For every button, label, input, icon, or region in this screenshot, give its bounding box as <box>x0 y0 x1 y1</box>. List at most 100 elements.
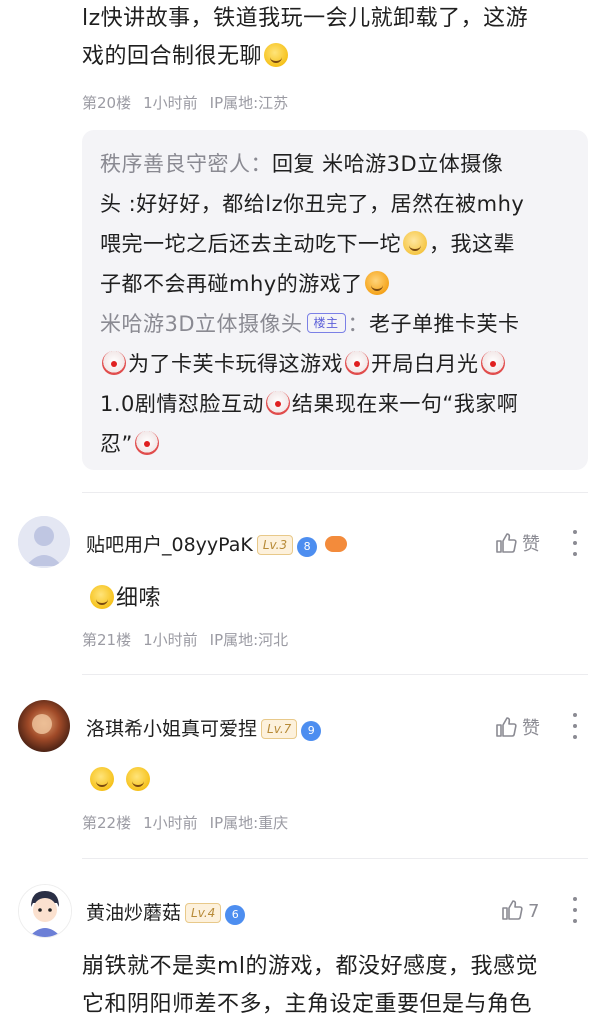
gem-badge-icon: 9 <box>301 721 322 741</box>
like-count: 7 <box>528 901 540 922</box>
reply-1-line-4: 子都不会再碰mhy的游戏了 <box>100 264 575 304</box>
comment-22-body <box>88 762 152 800</box>
like-button[interactable]: 赞 <box>494 530 540 556</box>
divider <box>82 858 588 859</box>
more-options-button[interactable] <box>570 713 580 739</box>
level-badge: Lv.4 <box>185 903 222 923</box>
thinking-emoji-icon <box>126 767 150 791</box>
clown-emoji-icon <box>345 351 369 375</box>
avatar[interactable] <box>18 884 72 938</box>
reply-2-text-2a: 为了卡芙卡玩得这游戏 <box>128 352 343 376</box>
level-badge: Lv.3 <box>256 535 294 555</box>
post-body: lz快讲故事，铁道我玩一会儿就卸载了，这游 戏的回合制很无聊 <box>82 0 592 76</box>
clown-emoji-icon <box>480 351 505 375</box>
comment-22-header: 洛琪希小姐真可爱捏 Lv.7 9 <box>86 714 322 741</box>
dot-icon <box>573 735 577 739</box>
clown-emoji-icon <box>265 391 290 415</box>
divider <box>82 674 588 675</box>
clown-emoji-icon <box>102 351 126 375</box>
reply-1-text-3b: ，我这辈 <box>429 232 515 256</box>
thinking-emoji-icon <box>90 767 114 791</box>
dot-icon <box>573 541 577 545</box>
thumbs-up-icon <box>496 533 517 553</box>
reply-1-username[interactable]: 秩序善良守密人： <box>100 152 272 176</box>
username[interactable]: 黄油炒蘑菇 <box>86 902 181 924</box>
comment-21-body: 细嗦 <box>88 580 161 618</box>
like-button[interactable]: 赞 <box>494 714 540 740</box>
floor-number: 第21楼 <box>82 631 132 649</box>
reply-2-line-1: 米哈游3D立体摄像头 楼主 ：老子单推卡芙卡 <box>100 304 575 344</box>
like-button[interactable]: 7 <box>500 898 539 922</box>
avatar[interactable] <box>18 516 70 568</box>
dot-icon <box>573 919 577 923</box>
dot-icon <box>573 552 577 556</box>
gamepad-icon <box>325 536 348 552</box>
ip-location: IP属地:江苏 <box>209 94 289 112</box>
comment-text: 细嗦 <box>116 586 162 611</box>
comment-23-header: 黄油炒蘑菇 Lv.4 6 <box>86 898 246 925</box>
reply-item-2[interactable]: 米哈游3D立体摄像头 楼主 ：老子单推卡芙卡 为了卡芙卡玩得这游戏 开局白月光 1.0… <box>100 304 575 464</box>
like-label: 赞 <box>522 534 540 555</box>
smile-emoji-icon <box>264 43 289 67</box>
dot-icon <box>573 724 577 728</box>
username[interactable]: 洛琪希小姐真可爱捏 <box>86 718 257 740</box>
comment-line-2: 它和阴阳师差不多，主角设定重要但是与角色 <box>82 992 533 1017</box>
reply-1-text-1: 回复 米哈游3D立体摄像 <box>272 152 504 176</box>
dot-icon <box>573 908 577 912</box>
reply-2-username[interactable]: 米哈游3D立体摄像头 <box>100 312 303 336</box>
avatar[interactable] <box>18 700 70 752</box>
post-line-2: 戏的回合制很无聊 <box>82 38 592 76</box>
like-label: 赞 <box>522 718 540 739</box>
default-avatar-icon <box>18 516 70 568</box>
level-badge: Lv.7 <box>261 719 298 739</box>
post-time: 1小时前 <box>143 631 198 649</box>
op-badge: 楼主 <box>306 313 346 333</box>
comment-22-meta: 第22楼 1小时前 IP属地:重庆 <box>82 812 300 833</box>
gem-badge-icon: 8 <box>297 537 318 557</box>
post-line-2-text: 戏的回合制很无聊 <box>82 44 263 69</box>
more-options-button[interactable] <box>570 897 580 923</box>
reply-2-line-2: 为了卡芙卡玩得这游戏 开局白月光 <box>100 344 575 384</box>
post-meta: 第20楼 1小时前 IP属地:江苏 <box>82 92 300 113</box>
floor-number: 第22楼 <box>82 814 132 832</box>
floor-number: 第20楼 <box>82 94 132 112</box>
reply-2-line-3: 1.0剧情怼脸互动 结果现在来一句“我家啊 <box>100 384 575 424</box>
reply-2-colon: ： <box>347 312 370 336</box>
post-time: 1小时前 <box>143 94 198 112</box>
hug-emoji-icon <box>403 231 427 255</box>
gem-badge-icon: 6 <box>225 905 246 925</box>
reply-2-text-4: 忍” <box>100 432 133 456</box>
reply-2-text-2b: 开局白月光 <box>371 352 479 376</box>
reply-1-line-2: 头 :好好好，都给lz你丑完了，居然在被mhy <box>100 192 525 216</box>
clown-emoji-icon <box>134 431 159 455</box>
comment-line-1: 崩铁就不是卖ml的游戏，都没好感度，我感觉 <box>82 954 539 979</box>
reply-box[interactable]: 秩序善良守密人：回复 米哈游3D立体摄像 头 :好好好，都给lz你丑完了，居然在… <box>82 130 588 470</box>
post-line-1: lz快讲故事，铁道我玩一会儿就卸载了，这游 <box>82 6 529 31</box>
reply-2-line-4: 忍” <box>100 424 575 464</box>
reply-1-text-3a: 喂完一坨之后还去主动吃下一坨 <box>100 232 401 256</box>
thumbs-up-icon <box>502 900 523 920</box>
reply-1-line-1: 秩序善良守密人：回复 米哈游3D立体摄像 <box>100 144 575 184</box>
thinking-emoji-icon <box>90 585 114 609</box>
comment-21-meta: 第21楼 1小时前 IP属地:河北 <box>82 629 300 650</box>
post-time: 1小时前 <box>143 814 198 832</box>
dot-icon <box>573 530 577 534</box>
dot-icon <box>573 897 577 901</box>
reply-2-text-3a: 1.0剧情怼脸互动 <box>100 392 264 416</box>
reply-item-1[interactable]: 秩序善良守密人：回复 米哈游3D立体摄像 头 :好好好，都给lz你丑完了，居然在… <box>100 144 575 304</box>
username[interactable]: 贴吧用户_08yyPaK <box>86 534 253 556</box>
reply-2-text-1: 老子单推卡芙卡 <box>369 312 520 336</box>
user-photo-icon <box>18 700 70 752</box>
divider <box>82 492 588 493</box>
cartoon-boy-avatar-icon <box>19 885 71 937</box>
thumbs-up-icon <box>496 717 517 737</box>
drool-emoji-icon <box>364 271 389 295</box>
dot-icon <box>573 713 577 717</box>
reply-1-text-4: 子都不会再碰mhy的游戏了 <box>100 272 363 296</box>
comment-21-header: 贴吧用户_08yyPaK Lv.3 8 <box>86 530 348 557</box>
reply-2-text-3b: 结果现在来一句“我家啊 <box>291 392 519 416</box>
reply-1-line-3: 喂完一坨之后还去主动吃下一坨 ，我这辈 <box>100 224 575 264</box>
comment-23-body: 崩铁就不是卖ml的游戏，都没好感度，我感觉 它和阴阳师差不多，主角设定重要但是与… <box>82 948 602 1024</box>
ip-location: IP属地:重庆 <box>209 814 289 832</box>
more-options-button[interactable] <box>570 530 580 556</box>
